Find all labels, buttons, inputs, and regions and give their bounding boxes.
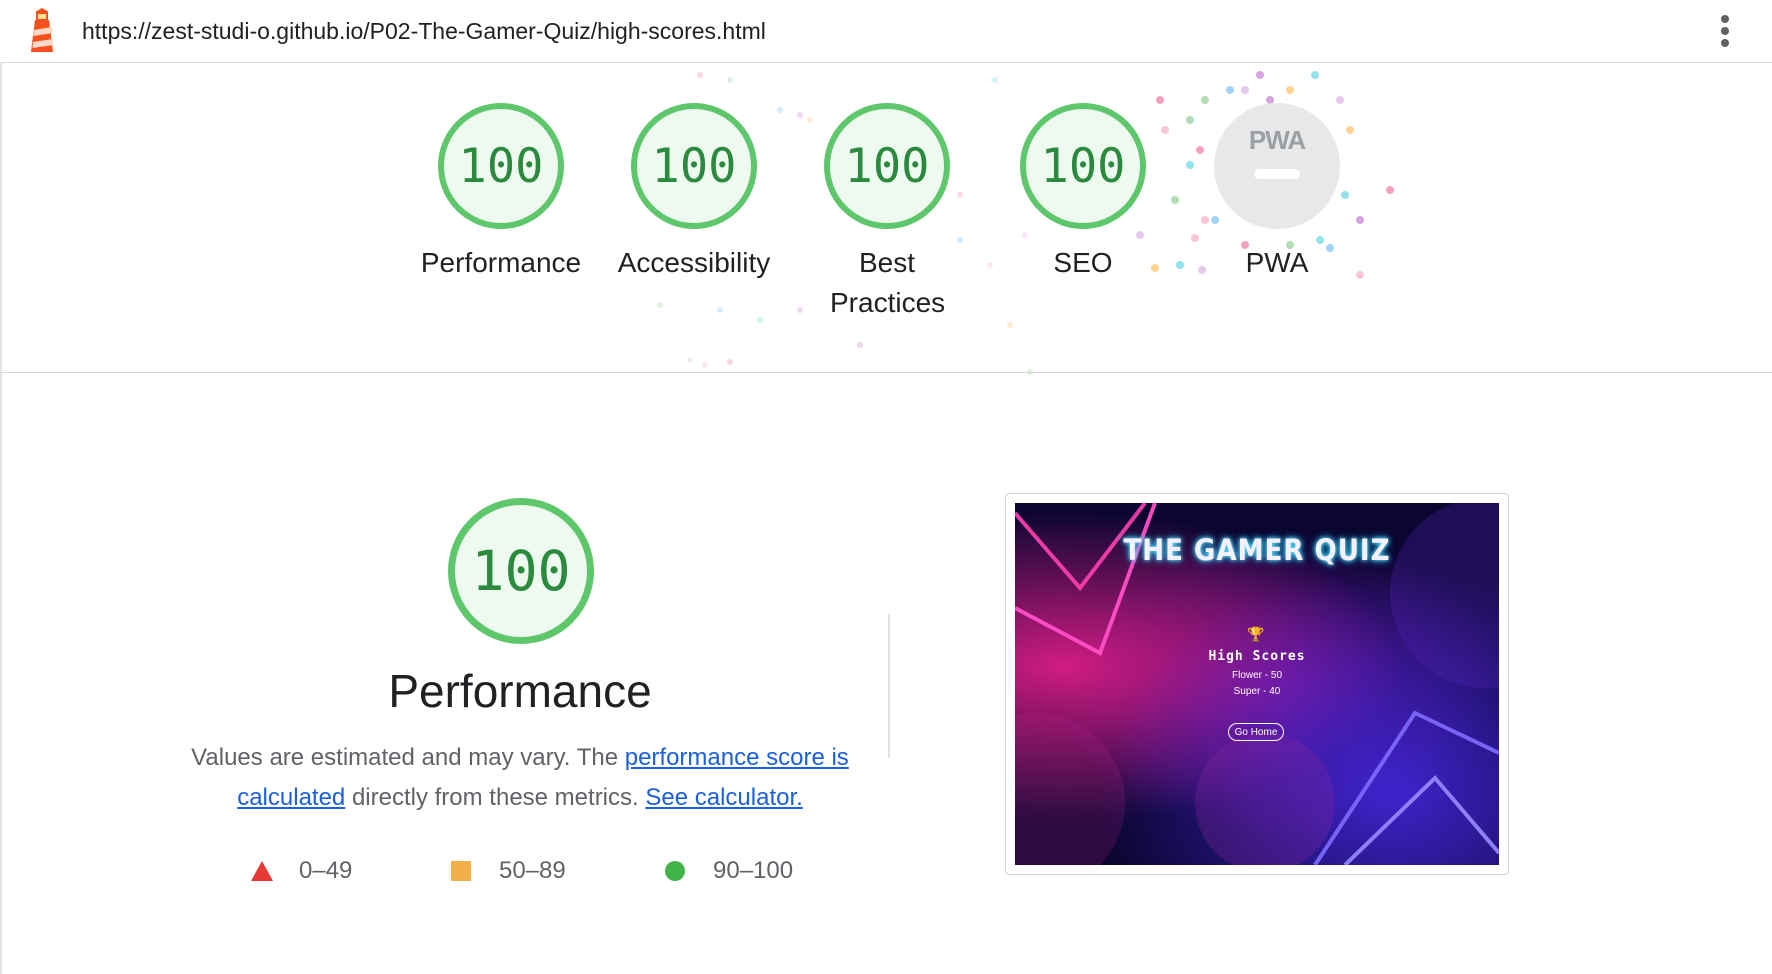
report-left-border bbox=[0, 62, 2, 974]
legend-range: 0–49 bbox=[299, 857, 353, 884]
legend-average: 50–89 bbox=[451, 856, 566, 886]
confetti-dot bbox=[1311, 71, 1319, 79]
quiz-title: THE GAMER QUIZ bbox=[1123, 533, 1391, 567]
lighthouse-logo-icon bbox=[31, 8, 54, 52]
performance-score: 100 bbox=[471, 539, 571, 603]
gauge-score: 100 bbox=[1040, 138, 1126, 194]
vertical-divider bbox=[888, 614, 890, 758]
confetti-dot bbox=[1286, 86, 1294, 94]
report-url[interactable]: https://zest-studi-o.github.io/P02-The-G… bbox=[82, 18, 766, 45]
go-home-button: Go Home bbox=[1228, 723, 1284, 741]
description-text: Values are estimated and may vary. The bbox=[191, 744, 625, 771]
confetti-dot bbox=[1007, 322, 1013, 328]
gauge-pwa[interactable]: PWA PWA bbox=[1179, 103, 1375, 283]
pwa-badge-bar bbox=[1254, 169, 1300, 179]
gauge-ring: 100 bbox=[448, 498, 594, 644]
gauge-score: 100 bbox=[844, 138, 930, 194]
confetti-dot bbox=[697, 72, 703, 78]
confetti-dot bbox=[1241, 86, 1249, 94]
gauge-ring: 100 bbox=[631, 103, 757, 229]
gauge-ring: 100 bbox=[824, 103, 950, 229]
confetti-dot bbox=[1256, 71, 1264, 79]
pass-circle-icon bbox=[665, 861, 685, 881]
report-header: https://zest-studi-o.github.io/P02-The-G… bbox=[0, 0, 1772, 63]
confetti-dot bbox=[757, 317, 763, 323]
legend-pass: 90–100 bbox=[665, 856, 793, 886]
legend-fail: 0–49 bbox=[251, 856, 352, 886]
confetti-dot bbox=[702, 362, 708, 368]
gauge-best-practices[interactable]: 100 Best Practices bbox=[792, 103, 982, 323]
gauge-label: PWA bbox=[1245, 247, 1309, 278]
gauge-label: Best Practices bbox=[830, 247, 946, 318]
screenshot-image: THE GAMER QUIZ 🏆 High Scores Flower - 50… bbox=[1015, 503, 1499, 865]
final-screenshot[interactable]: THE GAMER QUIZ 🏆 High Scores Flower - 50… bbox=[1005, 493, 1509, 875]
score-entry: Super - 40 bbox=[1233, 686, 1281, 697]
confetti-dot bbox=[727, 359, 733, 365]
confetti-dot bbox=[687, 357, 693, 363]
legend-range: 50–89 bbox=[499, 857, 566, 884]
see-calculator-link[interactable]: See calculator. bbox=[645, 784, 802, 811]
pwa-badge-icon: PWA bbox=[1214, 103, 1340, 229]
confetti-dot bbox=[657, 302, 663, 308]
trophy-icon: 🏆 bbox=[1247, 626, 1265, 642]
more-options-icon[interactable] bbox=[1715, 12, 1735, 50]
confetti-dot bbox=[857, 342, 863, 348]
confetti-dot bbox=[717, 307, 723, 313]
fail-triangle-icon bbox=[251, 861, 273, 881]
gauge-performance[interactable]: 100 Performance bbox=[403, 103, 599, 283]
gauge-label: Performance bbox=[420, 247, 582, 278]
performance-title: Performance bbox=[388, 665, 652, 717]
description-text: directly from these metrics. bbox=[345, 784, 646, 811]
summary-divider bbox=[0, 372, 1772, 373]
score-entry: Flower - 50 bbox=[1231, 670, 1282, 681]
average-square-icon bbox=[451, 861, 471, 881]
gauge-label: SEO bbox=[1053, 247, 1113, 278]
gauge-seo[interactable]: 100 SEO bbox=[985, 103, 1181, 283]
confetti-dot bbox=[727, 77, 733, 83]
confetti-dot bbox=[1386, 186, 1394, 194]
confetti-dot bbox=[992, 77, 998, 83]
pwa-badge-text: PWA bbox=[1248, 125, 1306, 155]
gauge-accessibility[interactable]: 100 Accessibility bbox=[596, 103, 792, 283]
gauge-label: Accessibility bbox=[617, 247, 771, 278]
high-scores-heading: High Scores bbox=[1208, 649, 1306, 664]
gauge-score: 100 bbox=[458, 138, 544, 194]
legend-range: 90–100 bbox=[713, 857, 794, 884]
gauge-ring: 100 bbox=[1020, 103, 1146, 229]
performance-description: Values are estimated and may vary. The p… bbox=[190, 738, 850, 818]
performance-gauge: 100 bbox=[448, 498, 594, 644]
confetti-dot bbox=[1226, 86, 1234, 94]
gauge-score: 100 bbox=[651, 138, 737, 194]
gauge-ring: 100 bbox=[438, 103, 564, 229]
